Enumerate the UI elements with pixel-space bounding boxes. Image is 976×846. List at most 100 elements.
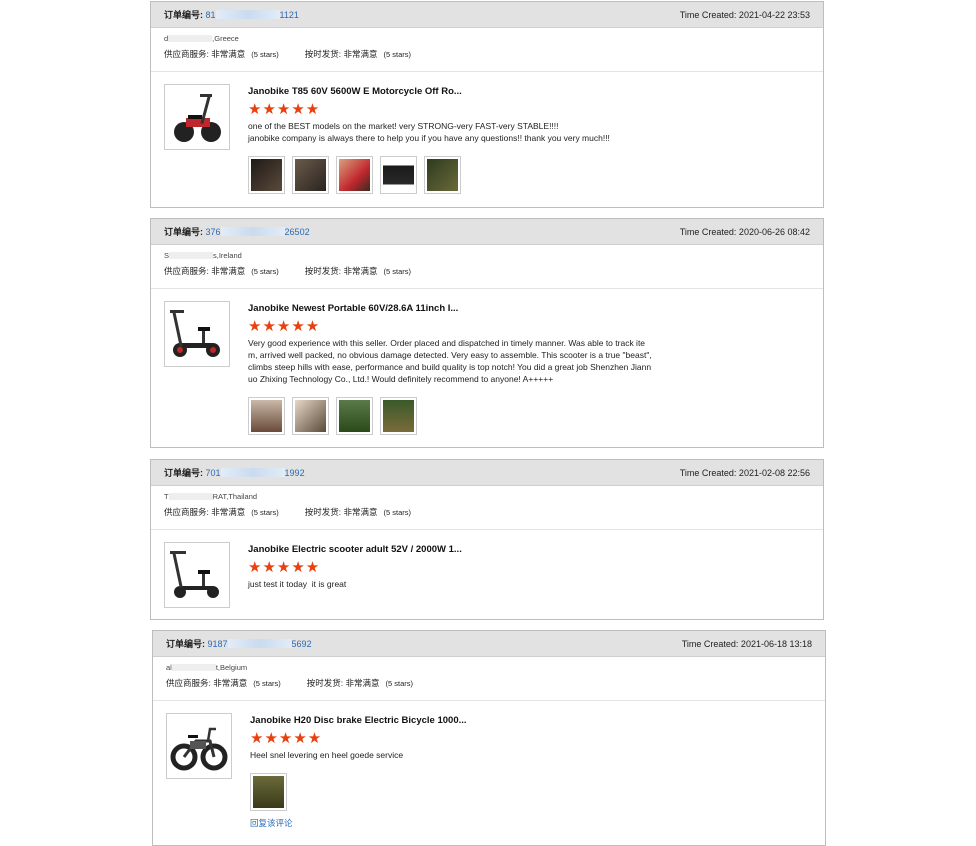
review-photo[interactable] (292, 156, 329, 194)
review-text: Heel snel levering en heel goede service (250, 750, 404, 760)
order-number-row: 订单编号: 701 1992 (164, 466, 305, 479)
supplier-service-value: 非常满意 (213, 678, 248, 688)
order-number-row: 订单编号: 376 26502 (164, 225, 310, 238)
time-created: Time Created: 2021-06-18 13:18 (681, 638, 812, 649)
order-number-link[interactable]: 701 1992 (206, 468, 305, 478)
card-header: 订单编号: 701 1992 Time Created: 2021-02-08 2… (151, 460, 823, 486)
card-header: 订单编号: 376 26502 Time Created: 2020-06-26 … (151, 219, 823, 245)
delivery-label: 按时发货: (304, 266, 342, 276)
review-text: one of the BEST models on the market! ve… (248, 121, 610, 143)
buyer-country: s,Ireland (213, 251, 242, 260)
order-label: 订单编号: (164, 10, 203, 20)
review-photo[interactable] (380, 156, 417, 194)
delivery-rating: 按时发货: 非常满意 (5 stars) (305, 506, 411, 518)
review-photos (248, 397, 810, 435)
product-title[interactable]: Janobike Newest Portable 60V/28.6A 11inc… (248, 303, 810, 314)
product-image[interactable] (164, 84, 230, 150)
review-content: Janobike T85 60V 5600W E Motorcycle Off … (248, 86, 810, 194)
delivery-label: 按时发货: (306, 678, 344, 688)
star-rating: ★★★★★ (250, 730, 323, 747)
review-body: Janobike T85 60V 5600W E Motorcycle Off … (151, 72, 823, 194)
masked-text (171, 664, 216, 671)
buyer-location: Ss,Ireland (164, 251, 810, 260)
masked-text (227, 639, 292, 648)
star-rating: ★★★★★ (248, 559, 321, 576)
review-text: just test it today it is great (248, 579, 347, 589)
order-number-end: 1121 (279, 10, 299, 20)
order-label: 订单编号: (164, 227, 203, 237)
buyer-info: Ss,Ireland 供应商服务: 非常满意 (5 stars) 按时发货: 非常… (151, 245, 823, 289)
review-card: 订单编号: 9187 5692 Time Created: 2021-06-18 … (152, 630, 826, 846)
time-created: Time Created: 2021-04-22 23:53 (679, 9, 810, 20)
product-title[interactable]: Janobike H20 Disc brake Electric Bicycle… (250, 715, 812, 726)
masked-text (220, 468, 285, 477)
review-content: Janobike H20 Disc brake Electric Bicycle… (250, 715, 812, 829)
reply-review-link[interactable]: 回复该评论 (250, 817, 812, 829)
order-number-link[interactable]: 81 1121 (206, 10, 299, 20)
supplier-service-label: 供应商服务: (164, 49, 209, 59)
buyer-location: T RAT,Thailand (164, 492, 810, 501)
supplier-service-stars: (5 stars) (251, 508, 279, 517)
buyer-country: RAT,Thailand (212, 492, 258, 501)
review-card: 订单编号: 701 1992 Time Created: 2021-02-08 2… (150, 459, 824, 620)
review-photo[interactable] (424, 156, 461, 194)
review-text: Very good experience with this seller. O… (248, 338, 652, 384)
seller-ratings: 供应商服务: 非常满意 (5 stars) 按时发货: 非常满意 (5 stars) (164, 506, 810, 518)
supplier-service-rating: 供应商服务: 非常满意 (5 stars) (164, 265, 279, 277)
product-image[interactable] (166, 713, 232, 779)
ebike-image (170, 727, 228, 771)
product-title[interactable]: Janobike Electric scooter adult 52V / 20… (248, 544, 810, 555)
delivery-rating: 按时发货: 非常满意 (5 stars) (305, 48, 411, 60)
review-content: Janobike Electric scooter adult 52V / 20… (248, 544, 810, 590)
order-number-row: 订单编号: 9187 5692 (166, 637, 312, 650)
supplier-service-rating: 供应商服务: 非常满意 (5 stars) (166, 677, 281, 689)
review-photos (248, 156, 810, 194)
buyer-country: t,Belgium (215, 663, 248, 672)
supplier-service-label: 供应商服务: (164, 507, 209, 517)
star-rating: ★★★★★ (248, 318, 321, 335)
review-photo[interactable] (250, 773, 287, 811)
buyer-info: al t,Belgium 供应商服务: 非常满意 (5 stars) 按时发货: 非… (153, 657, 825, 701)
review-content: Janobike Newest Portable 60V/28.6A 11inc… (248, 303, 810, 435)
product-image[interactable] (164, 542, 230, 608)
order-number-end: 26502 (284, 227, 310, 237)
time-created: Time Created: 2021-02-08 22:56 (679, 467, 810, 478)
supplier-service-rating: 供应商服务: 非常满意 (5 stars) (164, 506, 279, 518)
buyer-info: d ,Greece 供应商服务: 非常满意 (5 stars) 按时发货: 非常满意… (151, 28, 823, 72)
order-number-link[interactable]: 9187 5692 (208, 639, 312, 649)
supplier-service-value: 非常满意 (211, 507, 246, 517)
delivery-rating: 按时发货: 非常满意 (5 stars) (305, 265, 411, 277)
supplier-service-stars: (5 stars) (253, 679, 281, 688)
review-photo[interactable] (248, 156, 285, 194)
masked-text (168, 493, 213, 500)
order-number-link[interactable]: 376 26502 (206, 227, 310, 237)
delivery-value: 非常满意 (343, 49, 378, 59)
order-label: 订单编号: (164, 468, 203, 478)
review-photo[interactable] (336, 156, 373, 194)
review-body: Janobike H20 Disc brake Electric Bicycle… (153, 701, 825, 829)
card-header: 订单编号: 9187 5692 Time Created: 2021-06-18 … (153, 631, 825, 657)
delivery-value: 非常满意 (343, 507, 378, 517)
order-number-start: 9187 (207, 639, 228, 649)
supplier-service-value: 非常满意 (211, 266, 246, 276)
review-photo[interactable] (248, 397, 285, 435)
review-photo[interactable] (292, 397, 329, 435)
product-image[interactable] (164, 301, 230, 367)
order-number-start: 376 (205, 227, 221, 237)
supplier-service-label: 供应商服务: (164, 266, 209, 276)
supplier-service-label: 供应商服务: (166, 678, 211, 688)
delivery-stars: (5 stars) (385, 679, 414, 688)
masked-text (220, 227, 285, 236)
delivery-rating: 按时发货: 非常满意 (5 stars) (307, 677, 413, 689)
scooter-image (170, 310, 220, 357)
review-photo[interactable] (336, 397, 373, 435)
review-card: 订单编号: 376 26502 Time Created: 2020-06-26 … (150, 218, 824, 448)
review-body: Janobike Newest Portable 60V/28.6A 11inc… (151, 289, 823, 435)
review-photo[interactable] (380, 397, 417, 435)
review-card: 订单编号: 81 1121 Time Created: 2021-04-22 23… (150, 1, 824, 208)
card-header: 订单编号: 81 1121 Time Created: 2021-04-22 23… (151, 2, 823, 28)
seller-ratings: 供应商服务: 非常满意 (5 stars) 按时发货: 非常满意 (5 stars) (166, 677, 812, 689)
buyer-country: ,Greece (212, 34, 239, 43)
product-title[interactable]: Janobike T85 60V 5600W E Motorcycle Off … (248, 86, 810, 97)
delivery-label: 按时发货: (304, 49, 342, 59)
